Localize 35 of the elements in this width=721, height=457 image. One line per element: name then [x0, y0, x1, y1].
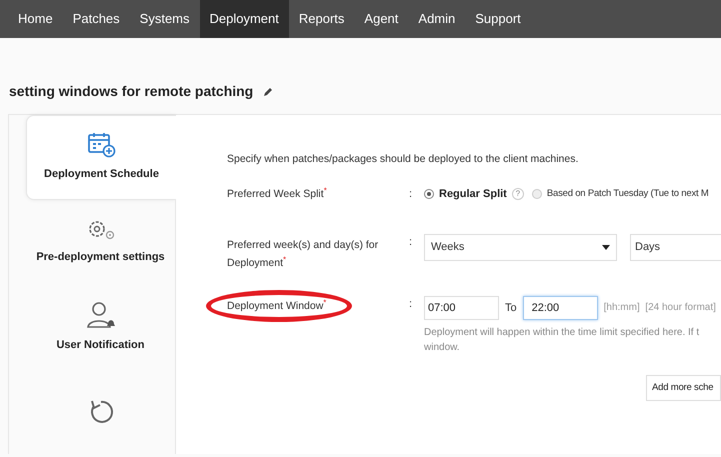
from-time-field[interactable]: 07:00: [424, 296, 499, 320]
colon-text: :: [409, 234, 412, 250]
nav-tab[interactable]: Agent: [354, 0, 408, 38]
nav-tab[interactable]: Home: [8, 0, 63, 38]
help-icon[interactable]: ?: [512, 188, 524, 200]
field-label: Preferred Week Split$^{*}$: [227, 184, 328, 202]
sidebar-tab[interactable]: Deployment Schedule: [26, 115, 176, 200]
add-schedule-button[interactable]: Add more sche: [646, 374, 721, 401]
page-title: setting windows for remote patching: [9, 82, 254, 101]
field-label: Preferred week(s) and day(s) for Deployment$^{*}$: [227, 238, 380, 271]
pencil-icon[interactable]: [263, 86, 274, 96]
colon-text: :: [409, 186, 412, 202]
calendar-icon: [88, 132, 116, 158]
radio-option[interactable]: Regular Split: [424, 186, 507, 202]
description-text: Specify when patches/packages should be deployed to the client machines.: [227, 152, 580, 167]
nav-tab[interactable]: Admin: [408, 0, 466, 38]
radio-button[interactable]: [532, 188, 542, 199]
weeks-dropdown[interactable]: Weeks: [424, 234, 617, 261]
nav-tab[interactable]: Patches: [62, 0, 130, 38]
to-label: To: [505, 300, 517, 316]
help-text: window.: [424, 340, 461, 355]
nav-tab[interactable]: Systems: [130, 0, 200, 38]
radio-button[interactable]: [424, 188, 434, 199]
days-dropdown[interactable]: Days: [630, 234, 721, 261]
caret-icon: [602, 244, 610, 250]
nav-tab[interactable]: Deployment: [200, 0, 289, 38]
user-bell-icon: [86, 300, 116, 329]
colon-text: :: [409, 296, 412, 312]
nav-tab[interactable]: Support: [465, 0, 531, 38]
field-label: Deployment Window$^{*}$: [227, 298, 326, 314]
nav-tab[interactable]: Reports: [288, 0, 354, 38]
help-text: Deployment will happen within the time limit specified here. If t: [424, 326, 700, 340]
format-hint: [hh:mm] [24 hour format]: [604, 301, 716, 316]
to-time-field[interactable]: 22:00: [522, 296, 598, 320]
radio-option[interactable]: Based on Patch Tuesday (Tue to next M: [532, 186, 709, 201]
